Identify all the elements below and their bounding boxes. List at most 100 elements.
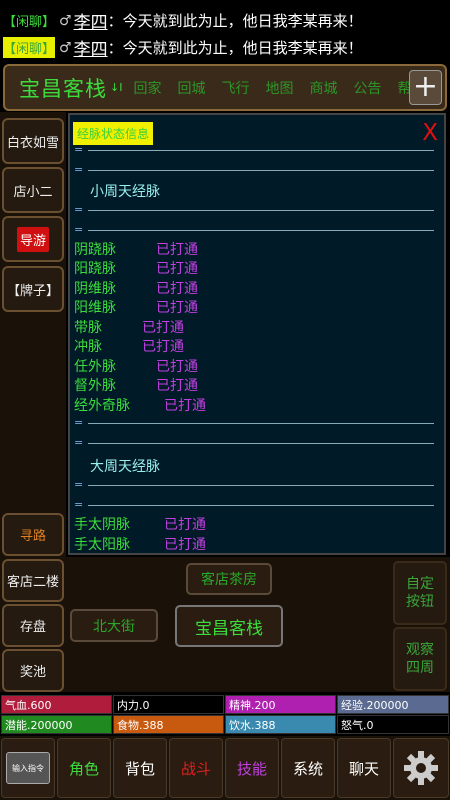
nav-home[interactable]: 回家 bbox=[133, 78, 161, 98]
stat-water: 饮水.388 bbox=[225, 715, 336, 734]
pathfind-button[interactable]: 寻路 bbox=[2, 513, 64, 556]
meridian-status: 已打通 bbox=[156, 261, 198, 277]
tab-system[interactable]: 系统 bbox=[281, 738, 335, 798]
meridian-row: 冲脉 已打通 bbox=[74, 336, 184, 356]
npc-button-baiyi[interactable]: 白衣如雪 bbox=[2, 118, 64, 164]
meridian-status: 已打通 bbox=[156, 242, 198, 258]
meridian-row: 任外脉 已打通 bbox=[74, 356, 198, 376]
stat-rage: 怒气.0 bbox=[337, 715, 449, 734]
save-button[interactable]: 存盘 bbox=[2, 604, 64, 647]
stat-food: 食物.388 bbox=[113, 715, 224, 734]
meridian-status: 已打通 bbox=[164, 398, 206, 414]
meridian-name: 手太阴脉 bbox=[74, 517, 130, 533]
meridian-status: 已打通 bbox=[156, 378, 198, 394]
npc-button-guide[interactable]: 导游 bbox=[2, 216, 64, 262]
nav-notice[interactable]: 公告 bbox=[353, 78, 381, 98]
meridian-row: 阴跷脉 已打通 bbox=[74, 239, 198, 259]
meridian-status: 已打通 bbox=[164, 517, 206, 533]
meridian-row: 阳跷脉 已打通 bbox=[74, 258, 198, 278]
meridian-name: 阳维脉 bbox=[74, 300, 116, 316]
nav-return-city[interactable]: 回城 bbox=[177, 78, 205, 98]
panel-title: 经脉状态信息 bbox=[73, 122, 154, 145]
stat-hp: 气血.600 bbox=[1, 695, 112, 714]
meridian-status: 已打通 bbox=[142, 320, 184, 336]
chat-message: ：今天就到此为止，他日我李某再来！ bbox=[107, 39, 363, 57]
gear-icon bbox=[404, 751, 438, 785]
current-location: 宝昌客栈 bbox=[175, 605, 283, 647]
guide-label: 导游 bbox=[16, 226, 49, 252]
divider: = bbox=[74, 144, 434, 155]
divider: = bbox=[74, 224, 434, 235]
meridian-name: 带脉 bbox=[74, 320, 102, 336]
tab-skills[interactable]: 技能 bbox=[225, 738, 279, 798]
npc-button-xiaoer[interactable]: 店小二 bbox=[2, 167, 64, 213]
exit-west[interactable]: 北大街 bbox=[70, 609, 158, 642]
chat-channel-tag[interactable]: 【闲聊】 bbox=[3, 11, 55, 30]
meridian-name: 经外奇脉 bbox=[74, 398, 130, 414]
settings-button[interactable] bbox=[393, 738, 449, 798]
location-marker-icon: ↓I bbox=[110, 81, 123, 94]
exit-button-upstairs[interactable]: 客店二楼 bbox=[2, 559, 64, 602]
close-icon[interactable]: X bbox=[422, 120, 438, 146]
chat-line: 【闲聊】 ♂ 李四 ：今天就到此为止，他日我李某再来！ bbox=[0, 34, 450, 61]
tab-chat[interactable]: 聊天 bbox=[337, 738, 391, 798]
meridian-row: 带脉 已打通 bbox=[74, 317, 184, 337]
meridian-name: 任外脉 bbox=[74, 359, 116, 375]
custom-button-label: 自定 按钮 bbox=[406, 575, 434, 610]
stat-potential: 潜能.200000 bbox=[1, 715, 112, 734]
divider: = bbox=[74, 204, 434, 215]
nav-shop[interactable]: 商城 bbox=[309, 78, 337, 98]
divider: = bbox=[74, 164, 434, 175]
meridian-status: 已打通 bbox=[156, 300, 198, 316]
meridian-row: 阳维脉 已打通 bbox=[74, 297, 198, 317]
plus-icon[interactable]: + bbox=[409, 70, 442, 105]
stat-spirit: 精神.200 bbox=[225, 695, 336, 714]
meridian-row: 督外脉 已打通 bbox=[74, 375, 198, 395]
meridian-name: 手太阳脉 bbox=[74, 537, 130, 553]
divider: = bbox=[74, 437, 434, 448]
nav-map[interactable]: 地图 bbox=[265, 78, 293, 98]
nav-fly[interactable]: 飞行 bbox=[221, 78, 249, 98]
meridian-name: 督外脉 bbox=[74, 378, 116, 394]
male-icon: ♂ bbox=[59, 39, 72, 56]
stat-exp: 经验.200000 bbox=[337, 695, 449, 714]
meridian-name: 阴维脉 bbox=[74, 281, 116, 297]
input-label: 输入指令 bbox=[12, 763, 44, 773]
divider: = bbox=[74, 479, 434, 490]
tab-battle[interactable]: 战斗 bbox=[169, 738, 223, 798]
meridian-status: 已打通 bbox=[142, 339, 184, 355]
chat-sender[interactable]: 李四 bbox=[74, 8, 108, 33]
meridian-panel: 经脉状态信息 X = = 小周天经脉 = = 阴跷脉 已打通 阳跷脉 已打通 阴维脉… bbox=[68, 113, 446, 555]
divider: = bbox=[74, 499, 434, 510]
top-nav-bar: 宝昌客栈 ↓I 回家 回城 飞行 地图 商城 公告 帮会 + bbox=[3, 64, 447, 111]
custom-button[interactable]: 自定 按钮 bbox=[393, 561, 447, 625]
meridian-row: 阴维脉 已打通 bbox=[74, 278, 198, 298]
chat-channel-tag[interactable]: 【闲聊】 bbox=[3, 37, 56, 58]
meridian-name: 阳跷脉 bbox=[74, 261, 116, 277]
divider: = bbox=[74, 417, 434, 428]
section-heading: 小周天经脉 bbox=[90, 184, 160, 200]
stat-mp: 内力.0 bbox=[113, 695, 224, 714]
prize-pool-button[interactable]: 奖池 bbox=[2, 649, 64, 692]
meridian-name: 冲脉 bbox=[74, 339, 102, 355]
meridian-status: 已打通 bbox=[156, 281, 198, 297]
meridian-status: 已打通 bbox=[164, 537, 206, 553]
meridian-row: 手太阴脉 已打通 bbox=[74, 514, 206, 534]
meridian-status: 已打通 bbox=[156, 359, 198, 375]
command-input-button[interactable]: 输入指令 bbox=[1, 738, 55, 798]
tab-character[interactable]: 角色 bbox=[57, 738, 111, 798]
chat-sender[interactable]: 李四 bbox=[74, 35, 108, 60]
exit-north[interactable]: 客店茶房 bbox=[186, 563, 272, 595]
location-title: 宝昌客栈 bbox=[19, 76, 107, 101]
section-heading: 大周天经脉 bbox=[90, 459, 160, 475]
male-icon: ♂ bbox=[59, 12, 72, 29]
tab-backpack[interactable]: 背包 bbox=[113, 738, 167, 798]
chat-message: ：今天就到此为止，他日我李某再来！ bbox=[107, 12, 363, 30]
meridian-row: 经外奇脉 已打通 bbox=[74, 395, 206, 415]
meridian-row: 手太阳脉 已打通 bbox=[74, 534, 206, 553]
item-button-token[interactable]: 【牌子】 bbox=[2, 266, 64, 312]
chat-line: 【闲聊】 ♂ 李四 ：今天就到此为止，他日我李某再来！ bbox=[0, 7, 450, 34]
look-around-label: 观察 四周 bbox=[406, 641, 434, 676]
look-around-button[interactable]: 观察 四周 bbox=[393, 627, 447, 691]
meridian-name: 阴跷脉 bbox=[74, 242, 116, 258]
